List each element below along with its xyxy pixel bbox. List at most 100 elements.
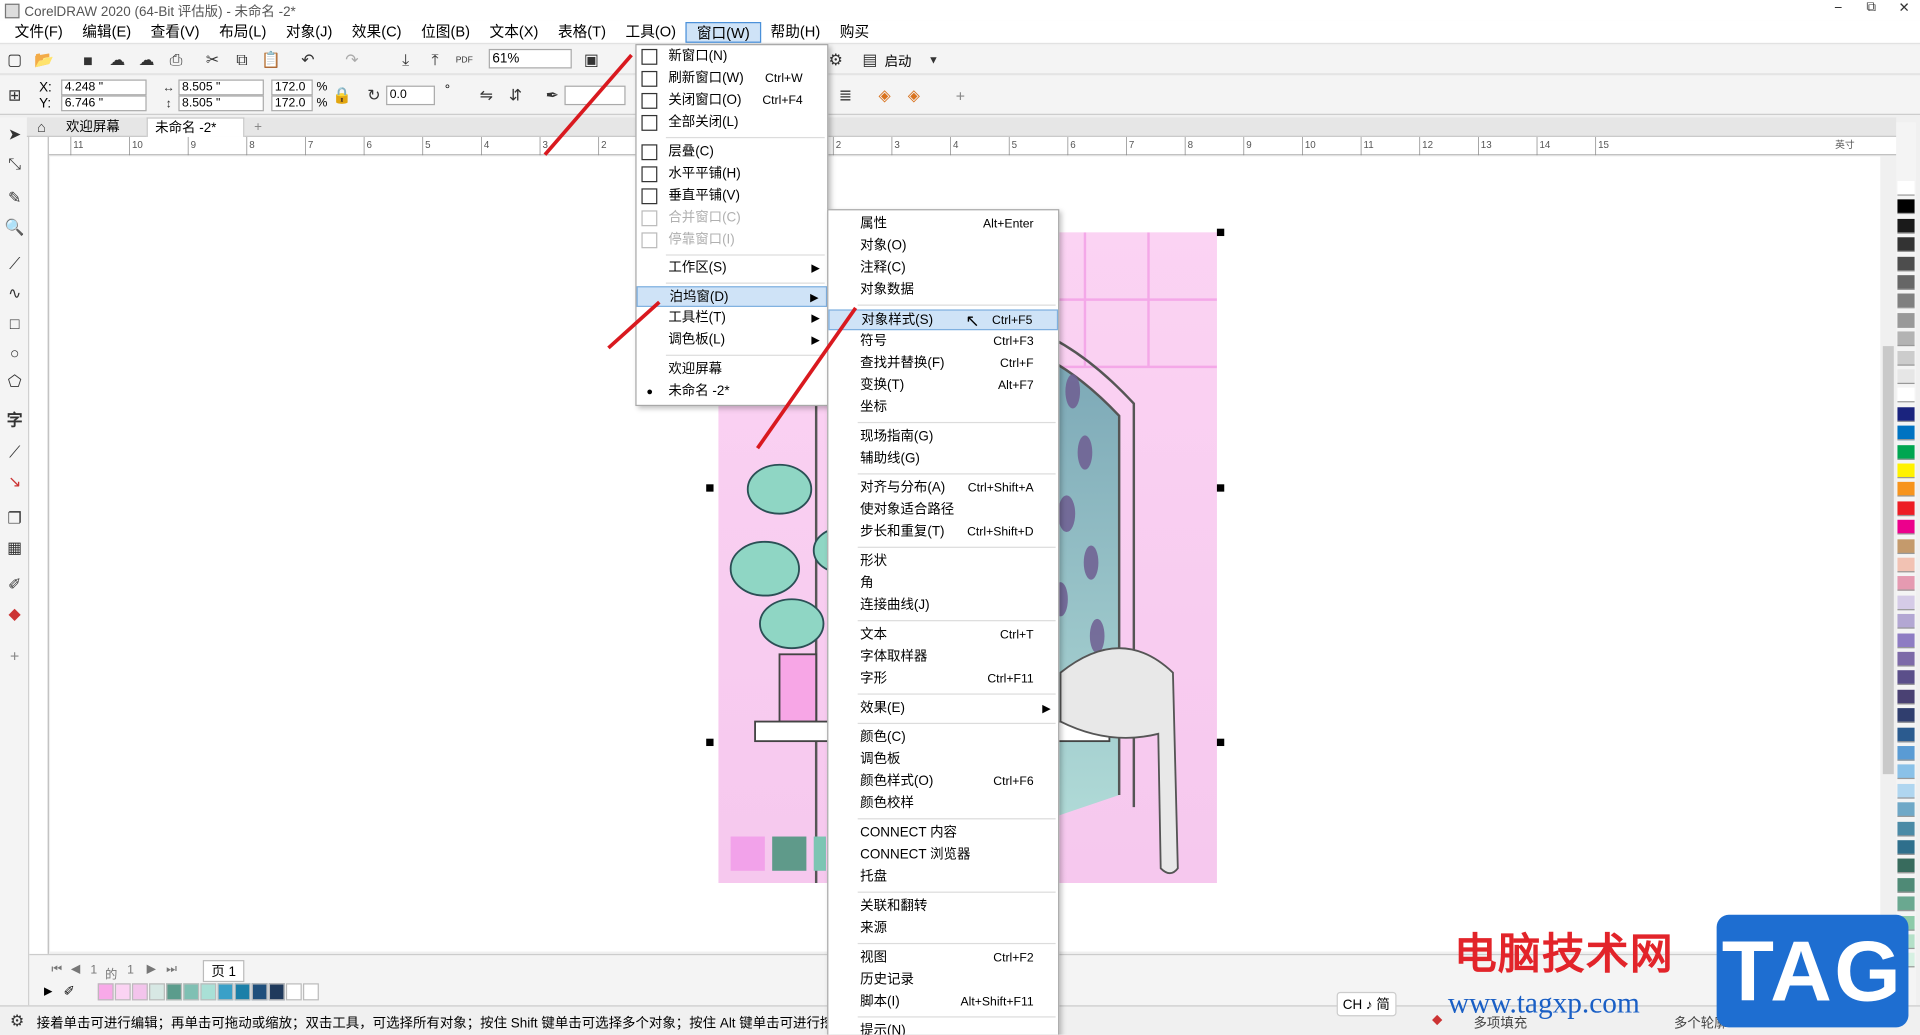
selection-handle[interactable]	[1216, 484, 1225, 492]
document-palette-swatch[interactable]	[200, 983, 217, 1001]
palette-swatch[interactable]	[1897, 501, 1915, 516]
palette-swatch[interactable]	[1897, 312, 1915, 328]
export-icon[interactable]: ⤒	[425, 50, 445, 70]
tab-document[interactable]: 未命名 -2*	[146, 117, 245, 137]
docker-item-8[interactable]: 坐标	[828, 397, 1058, 418]
menu-effects[interactable]: 效果(C)	[342, 21, 411, 42]
redo-icon[interactable]: ↷	[342, 50, 362, 70]
menu-view[interactable]: 查看(V)	[141, 21, 209, 42]
menu-item-toolbars[interactable]: 工具栏(T) ▶	[637, 308, 828, 329]
settings-gear-icon[interactable]: ⚙	[7, 1011, 27, 1031]
lock-ratio-icon[interactable]: 🔒	[332, 86, 352, 106]
y-position-field[interactable]: 6.746 "	[61, 95, 147, 112]
palette-swatch[interactable]	[1897, 896, 1915, 912]
document-palette-swatch[interactable]	[149, 983, 165, 1001]
palette-swatch[interactable]	[1897, 708, 1915, 724]
palette-swatch[interactable]	[1897, 199, 1915, 215]
palette-swatch[interactable]	[1897, 670, 1915, 686]
rectangle-tool-icon[interactable]: □	[5, 313, 25, 333]
docker-item-27[interactable]: 托盘	[828, 867, 1058, 888]
docker-item-5[interactable]: 符号 Ctrl+F3	[828, 331, 1058, 352]
new-document-icon[interactable]: ▢	[5, 50, 25, 70]
document-palette-swatch[interactable]	[166, 983, 183, 1001]
docker-item-30[interactable]: 视图 Ctrl+F2	[828, 948, 1058, 969]
palette-arrow-icon[interactable]: ▶	[44, 985, 52, 998]
palette-swatch[interactable]	[1897, 444, 1915, 460]
docker-item-9[interactable]: 现场指南(G)	[828, 427, 1058, 448]
height-field[interactable]: 8.505 "	[178, 95, 264, 112]
close-button[interactable]: ✕	[1888, 0, 1920, 16]
document-palette-swatch[interactable]	[251, 983, 268, 1001]
save-icon[interactable]: ■	[78, 50, 98, 70]
docker-item-33[interactable]: 提示(N)	[828, 1021, 1058, 1035]
x-position-field[interactable]: 4.248 "	[61, 79, 147, 96]
add-tab-button[interactable]: +	[247, 117, 264, 137]
docker-item-1[interactable]: 对象(O)	[828, 236, 1058, 257]
menu-item-tile-vertical[interactable]: 垂直平铺(V)	[637, 186, 828, 207]
palette-swatch[interactable]	[1897, 557, 1915, 573]
selection-handle[interactable]	[706, 738, 714, 747]
palette-swatch[interactable]	[1897, 181, 1915, 196]
docker-item-26[interactable]: CONNECT 浏览器	[828, 845, 1058, 866]
scale-y-field[interactable]: 172.0	[271, 95, 313, 112]
horizontal-ruler[interactable]: 11109876543210123456789101112131415英寸	[48, 136, 1897, 156]
docker-item-7[interactable]: 变换(T) Alt+F7	[828, 375, 1058, 396]
palette-swatch[interactable]	[1897, 237, 1915, 253]
options-gear-icon[interactable]: ⚙	[826, 50, 846, 70]
palette-swatch[interactable]	[1897, 821, 1915, 837]
docker-item-0[interactable]: 属性 Alt+Enter	[828, 214, 1058, 235]
connector-tool-icon[interactable]: ↘	[5, 472, 25, 492]
menu-item-close-window[interactable]: 关闭窗口(O) Ctrl+F4	[637, 91, 828, 112]
menu-item-palettes[interactable]: 调色板(L) ▶	[637, 330, 828, 351]
palette-swatch[interactable]	[1897, 595, 1915, 611]
menu-file[interactable]: 文件(F)	[5, 21, 73, 42]
palette-swatch[interactable]	[1897, 407, 1915, 422]
docker-item-21[interactable]: 颜色(C)	[828, 728, 1058, 749]
menu-table[interactable]: 表格(T)	[548, 21, 616, 42]
page-next-icon[interactable]: ▶	[147, 963, 156, 976]
menu-edit[interactable]: 编辑(E)	[72, 21, 140, 42]
drop-shadow-icon[interactable]: ❐	[5, 509, 25, 529]
chevron-down-icon[interactable]: ▼	[924, 50, 944, 70]
polygon-tool-icon[interactable]: ⬠	[5, 372, 25, 392]
document-palette-swatch[interactable]	[285, 983, 302, 1001]
palette-swatch[interactable]	[1897, 727, 1915, 742]
palette-swatch[interactable]	[1897, 538, 1915, 554]
docker-item-23[interactable]: 颜色样式(O) Ctrl+F6	[828, 772, 1058, 793]
menu-item-welcome-screen[interactable]: 欢迎屏幕	[637, 360, 828, 381]
palette-swatch[interactable]	[1897, 651, 1915, 667]
palette-swatch[interactable]	[1897, 331, 1915, 347]
selection-handle[interactable]	[706, 484, 714, 492]
scrollbar-thumb[interactable]	[1882, 346, 1894, 775]
cloud-upload-icon[interactable]: ☁	[137, 50, 157, 70]
selection-handle[interactable]	[1216, 738, 1225, 747]
docker-item-10[interactable]: 辅助线(G)	[828, 449, 1058, 470]
docker-item-32[interactable]: 脚本(I) Alt+Shift+F11	[828, 992, 1058, 1013]
to-back-icon[interactable]: ◈	[904, 86, 924, 106]
parallel-dimension-icon[interactable]: ⟋	[5, 443, 25, 463]
pdf-icon[interactable]: PDF	[455, 50, 475, 70]
paste-icon[interactable]: 📋	[261, 50, 281, 70]
docker-item-4[interactable]: 对象样式(S) Ctrl+F5	[828, 309, 1059, 331]
menu-item-cascade[interactable]: 层叠(C)	[637, 142, 828, 163]
palette-swatch[interactable]	[1897, 877, 1915, 893]
copy-icon[interactable]: ⧉	[232, 50, 252, 70]
pick-tool-icon[interactable]: ➤	[5, 125, 25, 145]
document-palette-swatch[interactable]	[114, 983, 131, 1001]
menu-help[interactable]: 帮助(H)	[761, 21, 830, 42]
docker-item-29[interactable]: 来源	[828, 918, 1058, 939]
interactive-fill-icon[interactable]: ◆	[5, 604, 25, 624]
page-last-icon[interactable]: ⏭	[166, 963, 177, 976]
palette-swatch[interactable]	[1897, 425, 1915, 441]
transparency-tool-icon[interactable]: ▦	[5, 538, 25, 558]
palette-swatch[interactable]	[1897, 256, 1915, 272]
minimize-button[interactable]: ⎯	[1822, 0, 1855, 16]
palette-swatch[interactable]	[1897, 350, 1915, 366]
text-tool-icon[interactable]: 字	[5, 408, 25, 428]
palette-swatch[interactable]	[1897, 293, 1915, 309]
docker-item-15[interactable]: 角	[828, 574, 1058, 595]
document-palette-swatch[interactable]	[131, 983, 148, 1001]
vertical-scrollbar[interactable]	[1880, 156, 1897, 952]
document-palette-swatch[interactable]	[268, 983, 285, 1001]
launch-label[interactable]: 启动	[885, 51, 912, 71]
